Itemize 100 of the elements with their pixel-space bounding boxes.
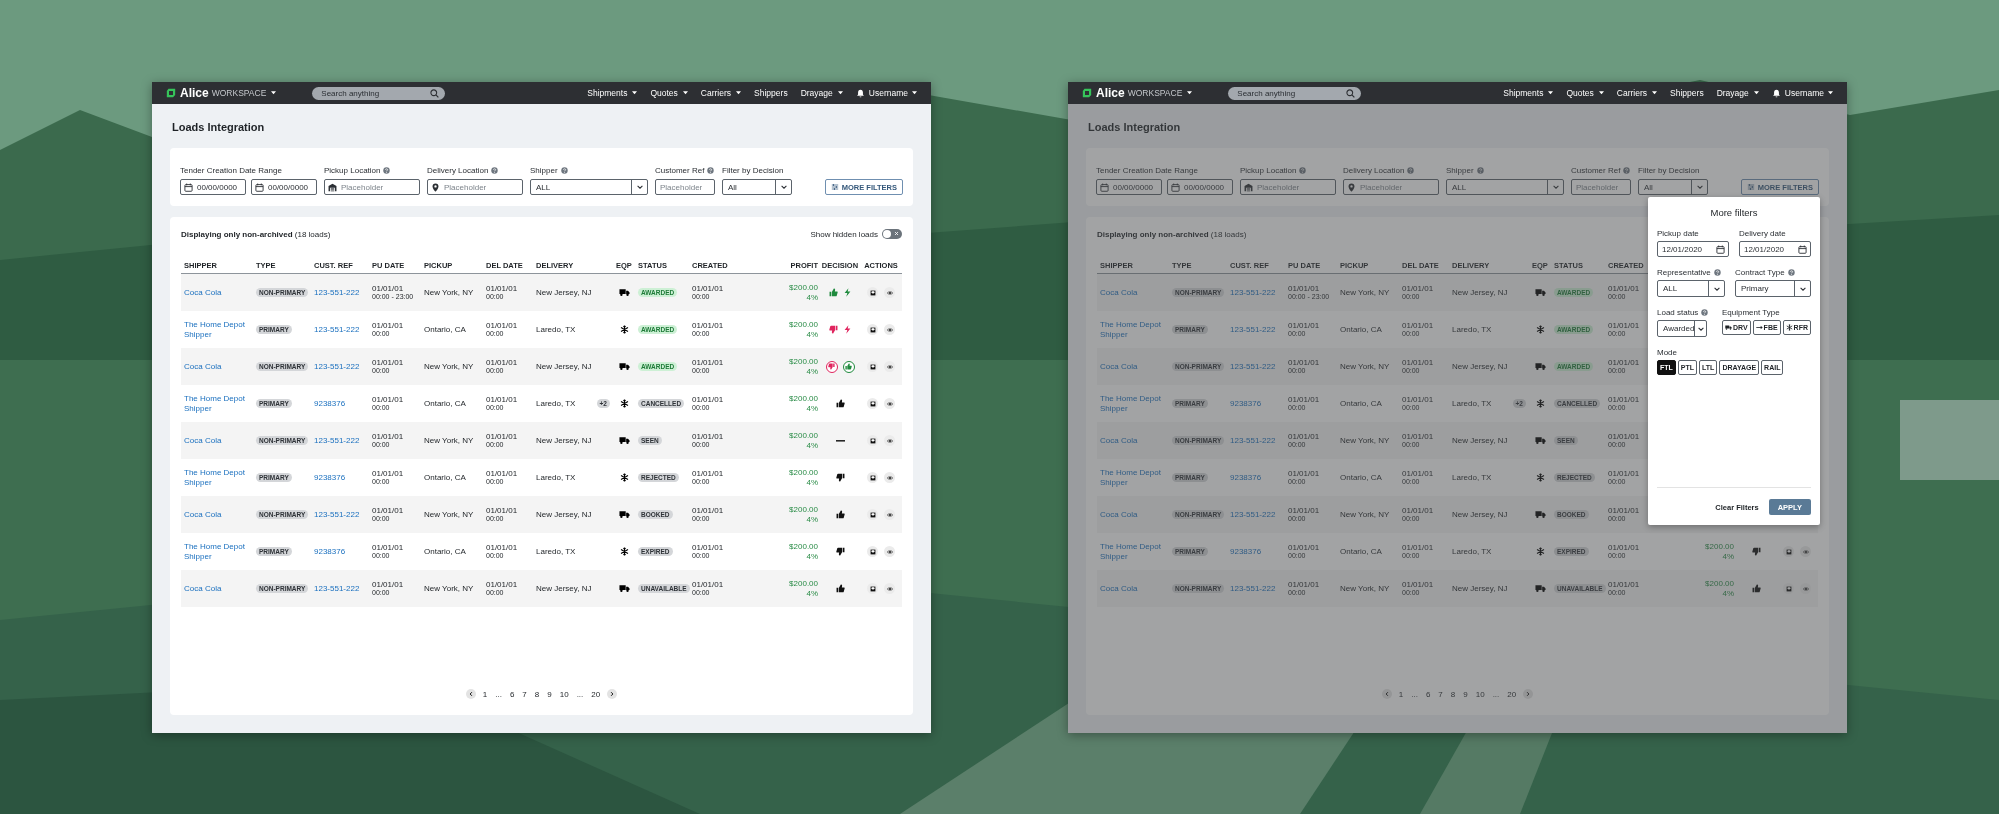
reference-link[interactable]: 123-551-222 [314, 324, 360, 335]
view-button[interactable] [884, 546, 895, 557]
nav-menu-item[interactable]: Carriers [700, 88, 742, 98]
nav-menu-item[interactable]: Shipments [1503, 88, 1554, 98]
nav-menu-item[interactable]: Drayage [800, 88, 843, 98]
pickup-location: Ontario, CA [1340, 399, 1382, 408]
page-link[interactable]: 6 [1424, 689, 1432, 699]
user-menu[interactable]: Username [1771, 88, 1833, 98]
page-link[interactable]: 20 [1506, 689, 1518, 699]
archive-button[interactable] [867, 287, 878, 298]
shipper-link[interactable]: Coca Cola [184, 435, 222, 446]
shipper-link[interactable]: The Home Depot Shipper [184, 319, 253, 340]
archive-button[interactable] [867, 472, 878, 483]
page-link[interactable]: 10 [558, 689, 570, 699]
archive-button[interactable] [867, 398, 878, 409]
search-field[interactable]: Search anything [1228, 86, 1362, 100]
view-button[interactable] [884, 324, 895, 335]
next-page-button[interactable] [607, 689, 618, 699]
reject-button[interactable] [825, 360, 838, 373]
page-link[interactable]: 9 [546, 689, 553, 699]
archive-button[interactable] [867, 435, 878, 446]
view-button[interactable] [884, 583, 895, 594]
representative-select[interactable]: ALL [1657, 280, 1725, 297]
view-button[interactable] [884, 472, 895, 483]
date-field[interactable]: 00/00/0000 [180, 179, 246, 195]
date-field[interactable]: 00/00/0000 [251, 179, 317, 195]
page-link[interactable]: 7 [521, 689, 528, 699]
view-button[interactable] [884, 361, 895, 372]
page-link[interactable]: 20 [590, 689, 602, 699]
search-field[interactable]: Search anything [312, 86, 446, 100]
reference-link[interactable]: 9238376 [314, 398, 346, 409]
contract-type-select[interactable]: Primary [1735, 280, 1811, 297]
shipper-link[interactable]: The Home Depot Shipper [1100, 467, 1169, 488]
archive-button[interactable] [867, 546, 878, 557]
shipper-link[interactable]: Coca Cola [184, 287, 222, 298]
page-link[interactable]: 1 [481, 689, 489, 699]
page-link[interactable]: 8 [533, 689, 541, 699]
nav-menu-item[interactable]: Shippers [754, 88, 788, 98]
reference-link[interactable]: 123-551-222 [314, 361, 360, 372]
shipper-link[interactable]: The Home Depot Shipper [1100, 393, 1169, 414]
view-button[interactable] [884, 287, 895, 298]
reference-link[interactable]: 123-551-222 [314, 509, 360, 520]
reference-link[interactable]: 123-551-222 [314, 583, 360, 594]
shipper-link[interactable]: The Home Depot Shipper [1100, 541, 1169, 562]
reference-link[interactable]: 123-551-222 [1230, 324, 1276, 335]
location-field[interactable]: Placeholder [324, 179, 420, 195]
nav-menu-item[interactable]: Carriers [1616, 88, 1658, 98]
reference-link[interactable]: 9238376 [314, 472, 346, 483]
page-link[interactable]: 8 [1449, 689, 1457, 699]
reference-link[interactable]: 9238376 [314, 546, 346, 557]
toggle-switch[interactable] [882, 229, 902, 239]
date-field[interactable]: 00/00/0000 [1167, 179, 1233, 195]
page-link[interactable]: 9 [1462, 689, 1469, 699]
accept-button[interactable] [842, 360, 855, 373]
view-button[interactable] [884, 509, 895, 520]
view-button[interactable] [884, 398, 895, 409]
load-status-select[interactable]: Awarded [1657, 320, 1707, 337]
shipper-select[interactable]: ALL [1446, 179, 1564, 195]
location-field[interactable]: Placeholder [427, 179, 523, 195]
date-field[interactable]: 12/01/2020 [1739, 241, 1811, 257]
reference-link[interactable]: 123-551-222 [314, 435, 360, 446]
shipper-link[interactable]: Coca Cola [184, 583, 222, 594]
page-link[interactable]: 1 [1397, 689, 1405, 699]
view-button[interactable] [884, 435, 895, 446]
pin-icon [1347, 182, 1356, 192]
reference-link[interactable]: 123-551-222 [314, 287, 360, 298]
page-link[interactable]: 7 [1437, 689, 1444, 699]
nav-menu-item[interactable]: Shippers [1670, 88, 1704, 98]
shipper-link[interactable]: The Home Depot Shipper [184, 541, 253, 562]
nav-menu-item[interactable]: Quotes [650, 88, 688, 98]
archive-button[interactable] [867, 361, 878, 372]
nav-menu-item[interactable]: Shipments [587, 88, 638, 98]
nav-menu-item[interactable]: Drayage [1716, 88, 1759, 98]
reference-link[interactable]: 9238376 [1230, 472, 1262, 483]
thumbs-down-icon [828, 363, 835, 370]
profit-amount: $200.00 [789, 504, 818, 515]
reference-link[interactable]: 9238376 [1230, 398, 1262, 409]
shipper-link[interactable]: The Home Depot Shipper [1100, 319, 1169, 340]
archive-button[interactable] [867, 324, 878, 335]
shipper-link[interactable]: The Home Depot Shipper [184, 467, 253, 488]
shipper-select[interactable]: ALL [530, 179, 648, 195]
next-page-button[interactable] [1523, 689, 1534, 699]
archive-button[interactable] [867, 509, 878, 520]
shipper-link[interactable]: The Home Depot Shipper [184, 393, 253, 414]
previous-page-button[interactable] [465, 689, 476, 699]
shipper-link[interactable]: Coca Cola [184, 361, 222, 372]
previous-page-button[interactable] [1381, 689, 1392, 699]
decision-select[interactable]: All [1638, 179, 1708, 195]
reference-link[interactable]: 9238376 [1230, 546, 1262, 557]
archive-button[interactable] [867, 583, 878, 594]
date-field[interactable]: 12/01/2020 [1657, 241, 1729, 257]
page-link[interactable]: 10 [1474, 689, 1486, 699]
page-link[interactable]: 6 [508, 689, 516, 699]
shipper-link[interactable]: Coca Cola [184, 509, 222, 520]
customer-ref-field[interactable]: Placeholder [655, 179, 715, 195]
profit-margin: 4% [806, 551, 818, 562]
user-menu[interactable]: Username [855, 88, 917, 98]
nav-menu-item[interactable]: Quotes [1566, 88, 1604, 98]
decision-select[interactable]: All [722, 179, 792, 195]
date-field[interactable]: 00/00/0000 [1096, 179, 1162, 195]
